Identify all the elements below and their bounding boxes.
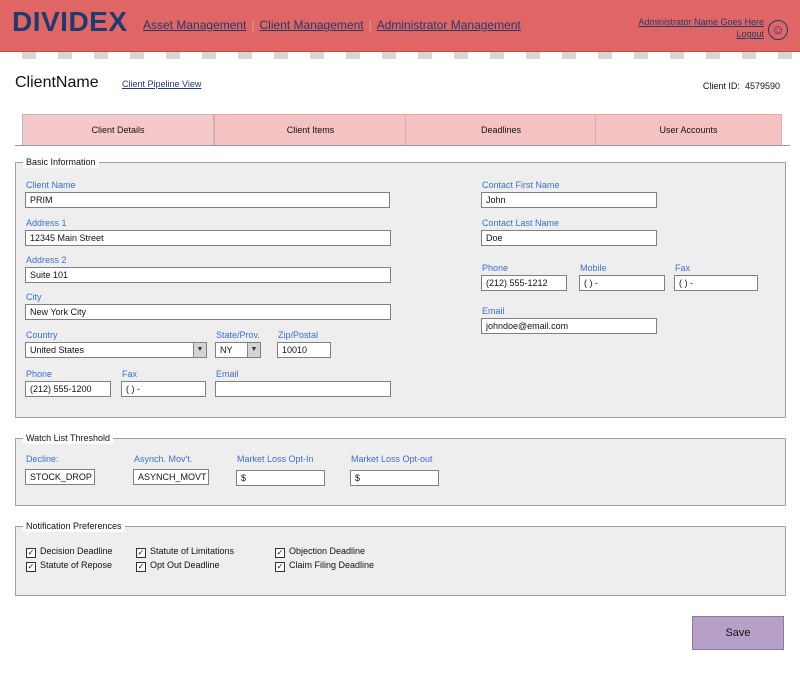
contact-last-name-label: Contact Last Name	[482, 218, 560, 228]
claim-filing-deadline-checkbox[interactable]: ✓ Claim Filing Deadline	[275, 560, 374, 572]
tab-client-details[interactable]: Client Details	[22, 114, 214, 145]
opt-out-deadline-checkbox[interactable]: ✓ Opt Out Deadline	[136, 560, 220, 572]
statute-of-repose-checkbox[interactable]: ✓ Statute of Repose	[26, 560, 112, 572]
state-select[interactable]: NY ▼	[215, 342, 261, 358]
fax-input[interactable]: ( ) -	[121, 381, 206, 397]
city-label: City	[26, 292, 42, 302]
check-icon[interactable]: ✓	[26, 548, 36, 558]
checkbox-label: Opt Out Deadline	[150, 560, 220, 570]
chevron-down-icon[interactable]: ▼	[193, 343, 206, 357]
state-value: NY	[220, 345, 233, 355]
email-label: Email	[216, 369, 239, 379]
checkbox-label: Objection Deadline	[289, 546, 366, 556]
contact-email-input[interactable]: johndoe@email.com	[481, 318, 657, 334]
city-input[interactable]: New York City	[25, 304, 391, 320]
client-name-label: Client Name	[26, 180, 76, 190]
market-loss-opt-in-input[interactable]: $	[236, 470, 325, 486]
nav-administrator-management[interactable]: Administrator Management	[377, 18, 521, 32]
objection-deadline-checkbox[interactable]: ✓ Objection Deadline	[275, 546, 365, 558]
address2-input[interactable]: Suite 101	[25, 267, 391, 283]
email-input[interactable]	[215, 381, 391, 397]
check-icon[interactable]: ✓	[275, 562, 285, 572]
check-icon[interactable]: ✓	[136, 562, 146, 572]
chevron-down-icon[interactable]: ▼	[247, 343, 260, 357]
contact-first-name-label: Contact First Name	[482, 180, 560, 190]
nav-separator: |	[251, 18, 255, 32]
tab-bar: Client Details Client Items Deadlines Us…	[22, 114, 782, 146]
admin-name-link[interactable]: Administrator Name Goes Here	[638, 16, 764, 28]
client-name-input[interactable]: PRIM	[25, 192, 390, 208]
phone-label: Phone	[26, 369, 53, 379]
header-stripe	[0, 52, 800, 59]
nav-asset-management[interactable]: Asset Management	[143, 18, 246, 32]
basic-information-legend: Basic Information	[23, 157, 99, 168]
client-pipeline-link[interactable]: Client Pipeline View	[122, 79, 201, 89]
checkbox-label: Claim Filing Deadline	[289, 560, 375, 570]
app-header: DIVIDEX Asset Management | Client Manageme…	[0, 0, 800, 52]
checkbox-label: Statute of Repose	[40, 560, 113, 570]
tab-deadlines[interactable]: Deadlines	[405, 114, 597, 146]
admin-area: Administrator Name Goes Here Logout	[638, 16, 764, 40]
nav-separator: |	[368, 18, 372, 32]
statute-of-limitations-checkbox[interactable]: ✓ Statute of Limitations	[136, 546, 234, 558]
address2-label: Address 2	[26, 255, 67, 265]
market-loss-opt-out-label: Market Loss Opt-out	[351, 454, 433, 464]
state-label: State/Prov.	[216, 330, 260, 340]
tab-client-items[interactable]: Client Items	[214, 114, 407, 146]
contact-mobile-label: Mobile	[580, 263, 607, 273]
nav-client-management[interactable]: Client Management	[260, 18, 364, 32]
zip-label: Zip/Postal	[278, 330, 319, 340]
client-id-label: Client ID:	[702, 81, 740, 91]
fax-label: Fax	[122, 369, 138, 379]
check-icon[interactable]: ✓	[26, 562, 36, 572]
notification-preferences-section: Notification Preferences	[15, 521, 786, 596]
asynch-label: Asynch. Mov't.	[134, 454, 193, 464]
market-loss-opt-out-input[interactable]: $	[350, 470, 439, 486]
country-label: Country	[26, 330, 58, 340]
main-nav: Asset Management | Client Management | Admin…	[143, 18, 521, 32]
country-select[interactable]: United States ▼	[25, 342, 207, 358]
page-title: ClientName	[15, 74, 99, 91]
contact-email-label: Email	[482, 306, 505, 316]
address1-label: Address 1	[26, 218, 67, 228]
phone-input[interactable]: (212) 555-1200	[25, 381, 111, 397]
notification-preferences-legend: Notification Preferences	[23, 521, 125, 532]
logout-link[interactable]: Logout	[638, 28, 764, 40]
contact-first-name-input[interactable]: John	[481, 192, 657, 208]
country-value: United States	[30, 345, 85, 355]
contact-phone-label: Phone	[482, 263, 509, 273]
checkbox-label: Statute of Limitations	[150, 546, 235, 556]
contact-last-name-input[interactable]: Doe	[481, 230, 657, 246]
market-loss-opt-in-label: Market Loss Opt-In	[237, 454, 314, 464]
smiley-icon[interactable]: ☺	[768, 20, 788, 40]
address1-input[interactable]: 12345 Main Street	[25, 230, 391, 246]
decline-label: Decline:	[26, 454, 59, 464]
asynch-input[interactable]: ASYNCH_MOVT	[133, 469, 209, 485]
contact-fax-input[interactable]: ( ) -	[674, 275, 758, 291]
save-button[interactable]: Save	[692, 616, 784, 650]
zip-input[interactable]: 10010	[277, 342, 331, 358]
tab-user-accounts[interactable]: User Accounts	[595, 114, 782, 146]
check-icon[interactable]: ✓	[275, 548, 285, 558]
contact-mobile-input[interactable]: ( ) -	[579, 275, 665, 291]
decline-input[interactable]: STOCK_DROP	[25, 469, 95, 485]
check-icon[interactable]: ✓	[136, 548, 146, 558]
contact-fax-label: Fax	[675, 263, 691, 273]
contact-phone-input[interactable]: (212) 555-1212	[481, 275, 567, 291]
client-id: Client ID: 4579590	[703, 81, 780, 91]
watch-list-legend: Watch List Threshold	[23, 433, 114, 444]
checkbox-label: Decision Deadline	[40, 546, 113, 556]
decision-deadline-checkbox[interactable]: ✓ Decision Deadline	[26, 546, 113, 558]
logo: DIVIDEX	[12, 6, 128, 37]
client-id-value: 4579590	[744, 81, 780, 91]
tab-divider	[15, 145, 790, 146]
